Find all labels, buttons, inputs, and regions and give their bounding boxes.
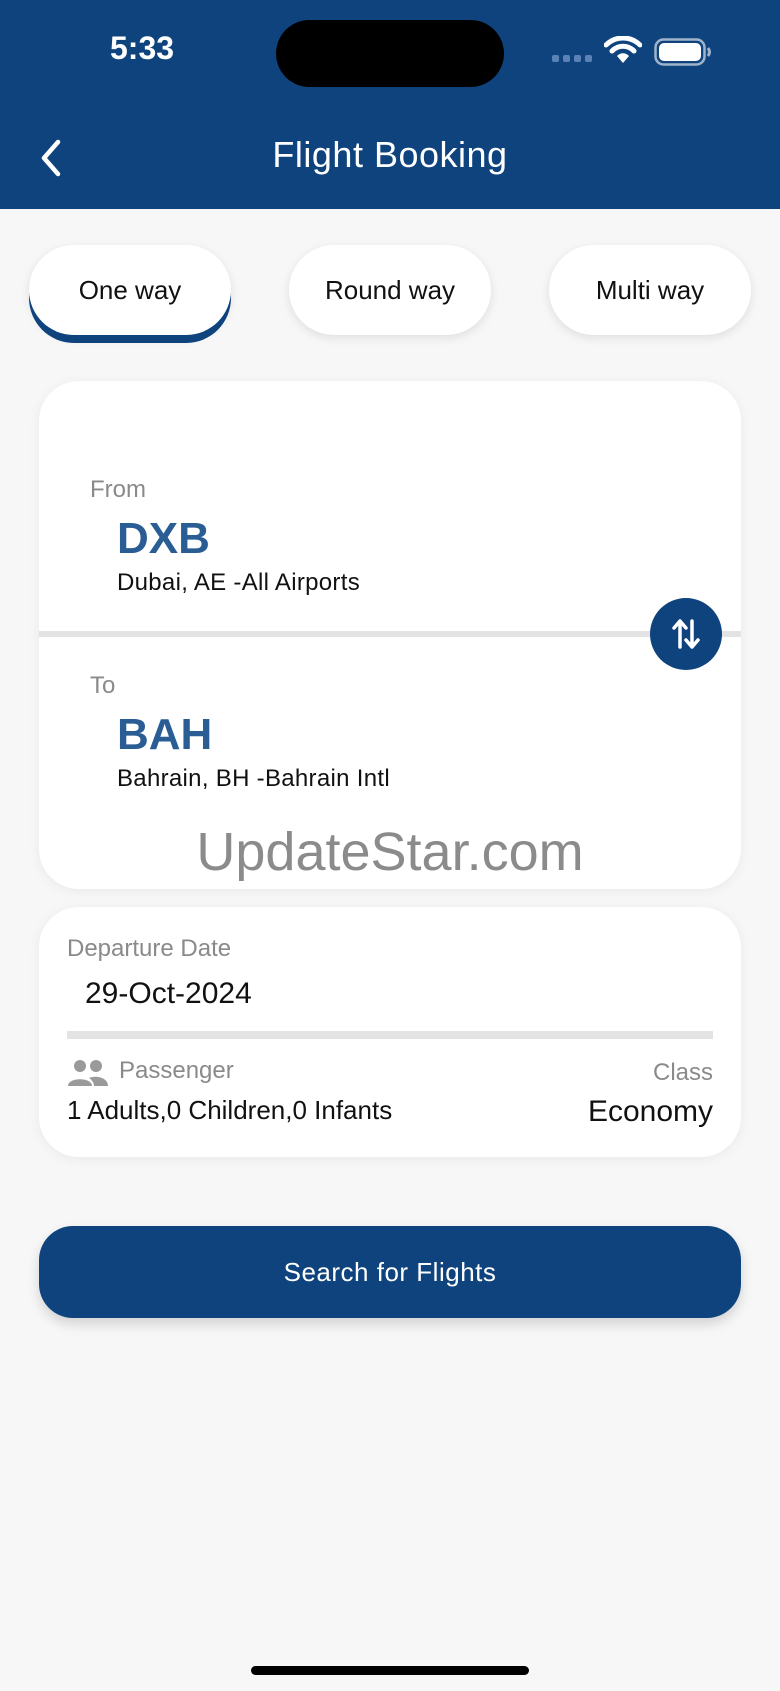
- departure-date-label: Departure Date: [67, 935, 232, 962]
- wifi-icon: [604, 36, 642, 63]
- tab-label: Round way: [324, 274, 456, 305]
- to-airport-code: BAH: [117, 710, 213, 759]
- passenger-value: 1 Adults,0 Children,0 Infants: [67, 1095, 393, 1125]
- app-header: 5:33 Flight Booking: [0, 0, 780, 209]
- to-airport-name: Bahrain, BH -Bahrain Intl: [117, 765, 390, 792]
- swap-vertical-icon: [672, 619, 700, 649]
- from-airport-name: Dubai, AE -All Airports: [117, 569, 360, 596]
- route-divider: [39, 631, 741, 637]
- battery-icon: [654, 38, 711, 66]
- to-label: To: [90, 672, 116, 699]
- dynamic-island: [276, 20, 504, 87]
- swap-airports-button[interactable]: [650, 598, 722, 670]
- departure-date-value: 29-Oct-2024: [85, 977, 252, 1010]
- page-title: Flight Booking: [272, 134, 508, 175]
- people-icon: [68, 1060, 108, 1086]
- tab-one-way[interactable]: One way: [29, 245, 231, 335]
- class-value: Economy: [587, 1095, 713, 1128]
- details-card: Departure Date 29-Oct-2024 Passenger 1 A…: [39, 907, 741, 1157]
- tab-label: One way: [78, 274, 182, 305]
- status-time: 5:33: [110, 30, 175, 66]
- tab-label: Multi way: [595, 274, 705, 305]
- from-label: From: [90, 476, 146, 503]
- tab-multi-way[interactable]: Multi way: [549, 245, 751, 335]
- tab-round-way[interactable]: Round way: [289, 245, 491, 335]
- watermark: UpdateStar.com: [196, 822, 584, 882]
- cellular-signal-icon: [552, 55, 592, 62]
- route-card: From DXB Dubai, AE -All Airports To BAH …: [39, 381, 741, 889]
- class-label: Class: [652, 1059, 713, 1086]
- search-flights-button[interactable]: Search for Flights: [39, 1226, 741, 1318]
- passenger-label: Passenger: [119, 1057, 234, 1084]
- home-indicator: [251, 1666, 529, 1675]
- details-divider: [67, 1031, 713, 1039]
- from-airport-code: DXB: [117, 514, 210, 563]
